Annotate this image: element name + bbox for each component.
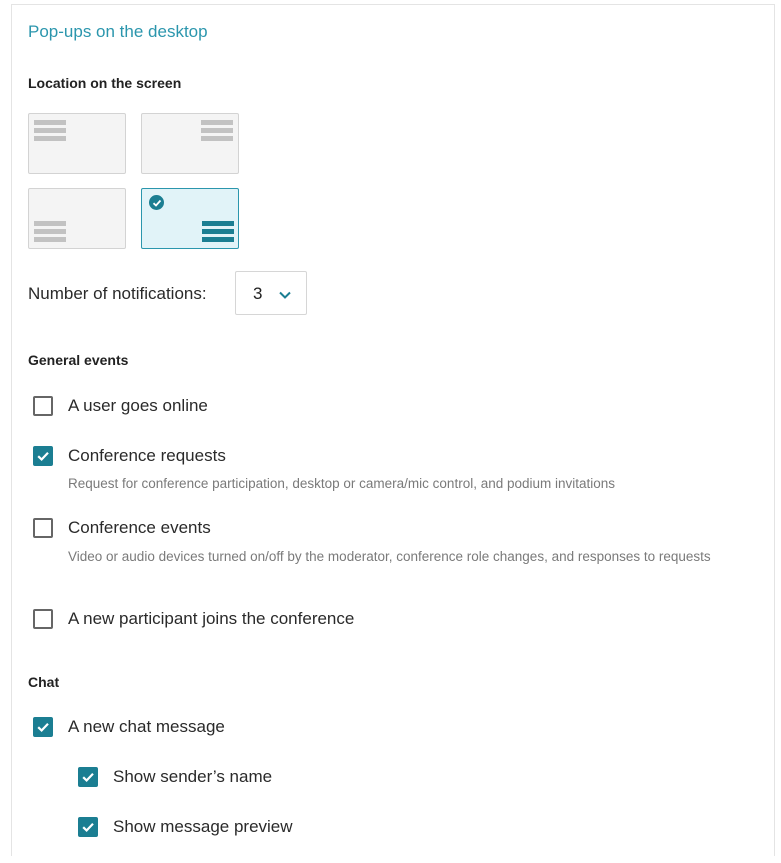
notification-lines-icon xyxy=(34,120,66,144)
new-chat-message-checkbox[interactable] xyxy=(33,717,53,737)
show-sender-name-label: Show sender’s name xyxy=(113,767,273,786)
conference-events-checkbox[interactable] xyxy=(33,518,53,538)
show-sender-name-checkbox[interactable] xyxy=(78,767,98,787)
user-online-checkbox[interactable] xyxy=(33,396,53,416)
check-icon xyxy=(82,773,94,783)
chat-heading: Chat xyxy=(28,674,60,690)
conference-requests-checkbox[interactable] xyxy=(33,446,53,466)
notification-lines-icon xyxy=(34,221,66,245)
general-events-heading: General events xyxy=(28,352,129,368)
notifications-count-value: 3 xyxy=(253,284,263,303)
user-online-label: A user goes online xyxy=(68,396,208,415)
participant-joins-label: A new participant joins the conference xyxy=(68,609,355,628)
new-chat-message-label: A new chat message xyxy=(68,717,225,736)
page-title: Pop-ups on the desktop xyxy=(28,22,208,41)
conference-requests-description: Request for conference participation, de… xyxy=(68,476,616,491)
conference-requests-label: Conference requests xyxy=(68,446,226,465)
notifications-count-label: Number of notifications: xyxy=(28,284,207,303)
check-icon xyxy=(82,823,94,833)
position-top-right-option[interactable] xyxy=(141,113,239,174)
position-bottom-right-option[interactable] xyxy=(141,188,239,249)
check-icon xyxy=(37,723,49,733)
show-message-preview-label: Show message preview xyxy=(113,817,293,836)
location-heading: Location on the screen xyxy=(28,75,182,91)
conference-events-label: Conference events xyxy=(68,518,211,537)
notification-lines-icon xyxy=(201,120,233,144)
participant-joins-checkbox[interactable] xyxy=(33,609,53,629)
chevron-down-icon xyxy=(278,287,292,305)
show-message-preview-checkbox[interactable] xyxy=(78,817,98,837)
position-top-left-option[interactable] xyxy=(28,113,126,174)
conference-events-description: Video or audio devices turned on/off by … xyxy=(68,549,711,564)
notification-lines-icon xyxy=(202,221,234,245)
position-bottom-left-option[interactable] xyxy=(28,188,126,249)
check-icon xyxy=(37,452,49,462)
selected-check-icon xyxy=(149,195,164,210)
notifications-count-select[interactable]: 3 xyxy=(235,271,307,315)
